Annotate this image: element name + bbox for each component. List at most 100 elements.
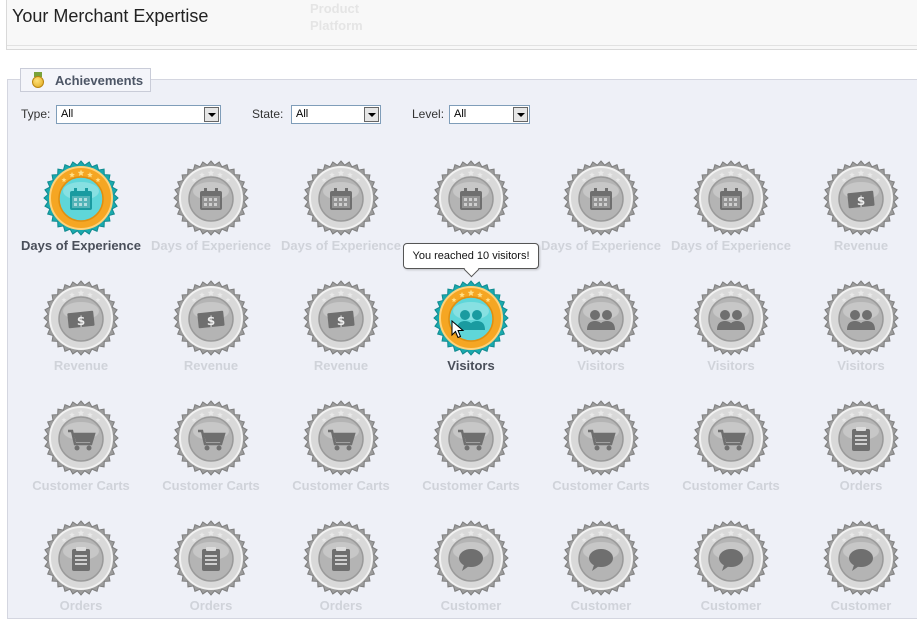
badge-label: Orders: [189, 598, 233, 613]
badge-label: Days of Experience: [671, 238, 791, 253]
money-icon: $: [43, 280, 119, 356]
type-select[interactable]: All: [56, 105, 221, 124]
achievement-badge[interactable]: Customer: [671, 520, 791, 635]
calendar-icon: [433, 160, 509, 236]
achievement-badge[interactable]: Orders: [151, 520, 271, 635]
achievement-badge[interactable]: Visitors: [671, 280, 791, 395]
money-icon: $: [173, 280, 249, 356]
chat-icon: [823, 520, 899, 596]
badge-label: Revenue: [313, 358, 369, 373]
money-icon: $: [303, 280, 379, 356]
achievement-badge[interactable]: $ Revenue: [151, 280, 271, 395]
badge-tooltip: You reached 10 visitors!: [403, 243, 539, 269]
medal-icon: [31, 72, 45, 88]
calendar-icon: [43, 160, 119, 236]
badge-label: Visitors: [707, 358, 755, 373]
legend-label: Achievements: [55, 72, 144, 88]
chat-icon: [693, 520, 769, 596]
achievement-badge[interactable]: $ Revenue: [281, 280, 401, 395]
svg-text:$: $: [207, 314, 215, 328]
users-icon: [823, 280, 899, 356]
mouse-cursor-icon: [451, 320, 465, 339]
order-icon: [43, 520, 119, 596]
calendar-icon: [173, 160, 249, 236]
chevron-down-icon[interactable]: [364, 107, 379, 122]
order-icon: [823, 400, 899, 476]
achievement-badge[interactable]: Visitors: [801, 280, 917, 395]
svg-text:$: $: [77, 314, 85, 328]
level-select[interactable]: All: [449, 105, 530, 124]
chevron-down-icon[interactable]: [513, 107, 528, 122]
cart-icon: [173, 400, 249, 476]
achievement-badge[interactable]: Customer Carts: [151, 400, 271, 515]
achievement-badge[interactable]: Days of Experience: [151, 160, 271, 275]
achievement-badge[interactable]: Visitors: [411, 280, 531, 395]
filter-bar: Type: All State: All Level: All: [0, 104, 917, 126]
level-select-value: All: [454, 108, 467, 120]
badge-label: Customer Carts: [292, 478, 390, 493]
badge-label: Revenue: [53, 358, 109, 373]
badge-label: Revenue: [833, 238, 889, 253]
badge-label: Orders: [839, 478, 883, 493]
type-label: Type:: [21, 107, 51, 121]
achievement-badge[interactable]: Days of Experience: [541, 160, 661, 275]
badge-label: Customer Carts: [32, 478, 130, 493]
cart-icon: [693, 400, 769, 476]
achievements-legend: Achievements: [20, 68, 151, 92]
achievement-badge[interactable]: Customer Carts: [671, 400, 791, 515]
achievement-badge[interactable]: Orders: [801, 400, 917, 515]
achievement-badge[interactable]: Customer: [411, 520, 531, 635]
badge-label: Days of Experience: [541, 238, 661, 253]
badge-label: Orders: [319, 598, 363, 613]
cart-icon: [433, 400, 509, 476]
achievement-badge[interactable]: Orders: [21, 520, 141, 635]
achievement-badge[interactable]: Customer Carts: [281, 400, 401, 515]
badge-label: Customer Carts: [422, 478, 520, 493]
order-icon: [173, 520, 249, 596]
achievement-badge[interactable]: Customer: [801, 520, 917, 635]
chat-icon: [563, 520, 639, 596]
badge-label: Visitors: [447, 358, 495, 373]
level-label: Level:: [412, 107, 445, 121]
cart-icon: [303, 400, 379, 476]
badge-label: Customer Carts: [682, 478, 780, 493]
calendar-icon: [303, 160, 379, 236]
svg-text:$: $: [857, 194, 865, 208]
chat-icon: [433, 520, 509, 596]
state-select-value: All: [296, 108, 309, 120]
header-divider: [7, 45, 917, 46]
type-select-value: All: [61, 108, 74, 120]
badge-label: Customer: [830, 598, 892, 613]
achievement-badge[interactable]: Visitors: [541, 280, 661, 395]
badge-label: Days of Experience: [151, 238, 271, 253]
badge-label: Orders: [59, 598, 103, 613]
cart-icon: [43, 400, 119, 476]
order-icon: [303, 520, 379, 596]
badge-label: Days of Experience: [281, 238, 401, 253]
badge-label: Customer Carts: [552, 478, 650, 493]
state-select[interactable]: All: [291, 105, 381, 124]
svg-text:$: $: [337, 314, 345, 328]
state-label: State:: [252, 107, 284, 121]
calendar-icon: [693, 160, 769, 236]
achievement-badge[interactable]: Customer Carts: [411, 400, 531, 515]
achievement-badge[interactable]: Customer: [541, 520, 661, 635]
badge-label: Customer: [440, 598, 502, 613]
achievement-badge[interactable]: Days of Experience: [671, 160, 791, 275]
money-icon: $: [823, 160, 899, 236]
achievement-badge[interactable]: $ Revenue: [21, 280, 141, 395]
badge-label: Visitors: [837, 358, 885, 373]
achievement-badge[interactable]: $ Revenue: [801, 160, 917, 275]
users-icon: [693, 280, 769, 356]
achievement-badge[interactable]: Customer Carts: [21, 400, 141, 515]
chevron-down-icon[interactable]: [204, 107, 219, 122]
achievement-badge[interactable]: Orders: [281, 520, 401, 635]
achievement-badge[interactable]: Customer Carts: [541, 400, 661, 515]
achievement-badge[interactable]: Days of Experience: [281, 160, 401, 275]
cart-icon: [563, 400, 639, 476]
badge-label: Customer: [570, 598, 632, 613]
page-title: Your Merchant Expertise: [12, 6, 209, 26]
achievement-badge[interactable]: Days of Experience: [21, 160, 141, 275]
badge-label: Customer Carts: [162, 478, 260, 493]
badge-label: Days of Experience: [21, 238, 141, 253]
